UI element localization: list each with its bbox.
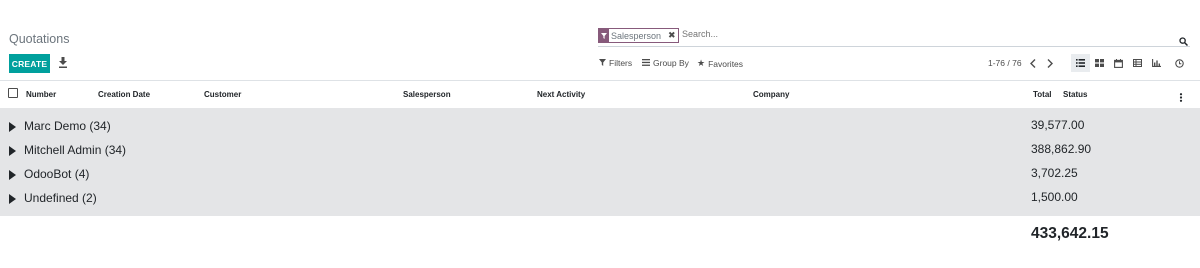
group-label: Mitchell Admin (34) bbox=[24, 143, 127, 157]
group-row[interactable]: Mitchell Admin (34) 388,862.90 bbox=[0, 138, 1200, 162]
download-icon[interactable] bbox=[58, 56, 68, 68]
filters-label: Filters bbox=[609, 58, 633, 68]
filter-icon bbox=[599, 58, 606, 68]
group-total: 39,577.00 bbox=[1031, 118, 1085, 132]
search-bar: Salesperson ✖ bbox=[598, 27, 1190, 47]
column-total[interactable]: Total bbox=[1033, 90, 1052, 99]
search-input[interactable] bbox=[682, 29, 1082, 39]
group-row[interactable]: Undefined (2) 1,500.00 bbox=[0, 186, 1200, 210]
group-row[interactable]: OdooBot (4) 3,702.25 bbox=[0, 162, 1200, 186]
column-salesperson[interactable]: Salesperson bbox=[403, 90, 451, 99]
group-label: Undefined (2) bbox=[24, 191, 97, 205]
caret-right-icon bbox=[9, 170, 16, 180]
group-total: 388,862.90 bbox=[1031, 142, 1092, 156]
group-total: 3,702.25 bbox=[1031, 166, 1078, 180]
favorites-label: Favorites bbox=[708, 58, 744, 69]
column-company[interactable]: Company bbox=[753, 90, 789, 99]
close-icon[interactable]: ✖ bbox=[668, 29, 678, 42]
optional-columns-icon[interactable] bbox=[1179, 89, 1183, 107]
list-icon bbox=[642, 58, 650, 68]
activity-view-icon[interactable] bbox=[1170, 54, 1189, 72]
column-number[interactable]: Number bbox=[26, 90, 56, 99]
group-label: OdooBot (4) bbox=[24, 167, 90, 181]
filter-icon bbox=[599, 29, 609, 42]
group-list: Marc Demo (34) 39,577.00 Mitchell Admin … bbox=[0, 108, 1200, 216]
search-icon[interactable] bbox=[1179, 33, 1189, 51]
favorites-button[interactable]: ★ Favorites bbox=[697, 58, 743, 69]
pivot-view-icon[interactable] bbox=[1128, 54, 1147, 72]
column-customer[interactable]: Customer bbox=[204, 90, 241, 99]
select-all-checkbox[interactable] bbox=[8, 88, 18, 98]
search-facet: Salesperson ✖ bbox=[598, 28, 679, 43]
facet-value: Salesperson bbox=[611, 30, 662, 41]
kanban-view-icon[interactable] bbox=[1090, 54, 1109, 72]
create-button[interactable]: CREATE bbox=[9, 54, 50, 73]
group-row[interactable]: Marc Demo (34) 39,577.00 bbox=[0, 114, 1200, 138]
column-status[interactable]: Status bbox=[1063, 90, 1087, 99]
caret-right-icon bbox=[9, 122, 16, 132]
graph-view-icon[interactable] bbox=[1147, 54, 1166, 72]
group-by-label: Group By bbox=[653, 58, 689, 68]
caret-right-icon bbox=[9, 146, 16, 156]
column-next-activity[interactable]: Next Activity bbox=[537, 90, 585, 99]
caret-right-icon bbox=[9, 194, 16, 204]
pager-value[interactable]: 1-76 / 76 bbox=[988, 58, 1022, 68]
calendar-view-icon[interactable] bbox=[1109, 54, 1128, 72]
group-by-button[interactable]: Group By bbox=[642, 58, 689, 68]
grand-total: 433,642.15 bbox=[1031, 225, 1109, 242]
table-header: Number Creation Date Customer Salesperso… bbox=[0, 80, 1200, 108]
breadcrumb: Quotations bbox=[9, 32, 70, 46]
chevron-left-icon[interactable] bbox=[1029, 58, 1037, 68]
column-creation-date[interactable]: Creation Date bbox=[98, 90, 150, 99]
filters-button[interactable]: Filters bbox=[599, 58, 632, 68]
group-label: Marc Demo (34) bbox=[24, 119, 111, 133]
chevron-right-icon[interactable] bbox=[1046, 58, 1054, 68]
star-icon: ★ bbox=[697, 58, 706, 68]
group-total: 1,500.00 bbox=[1031, 190, 1078, 204]
list-view-icon[interactable] bbox=[1071, 54, 1090, 72]
